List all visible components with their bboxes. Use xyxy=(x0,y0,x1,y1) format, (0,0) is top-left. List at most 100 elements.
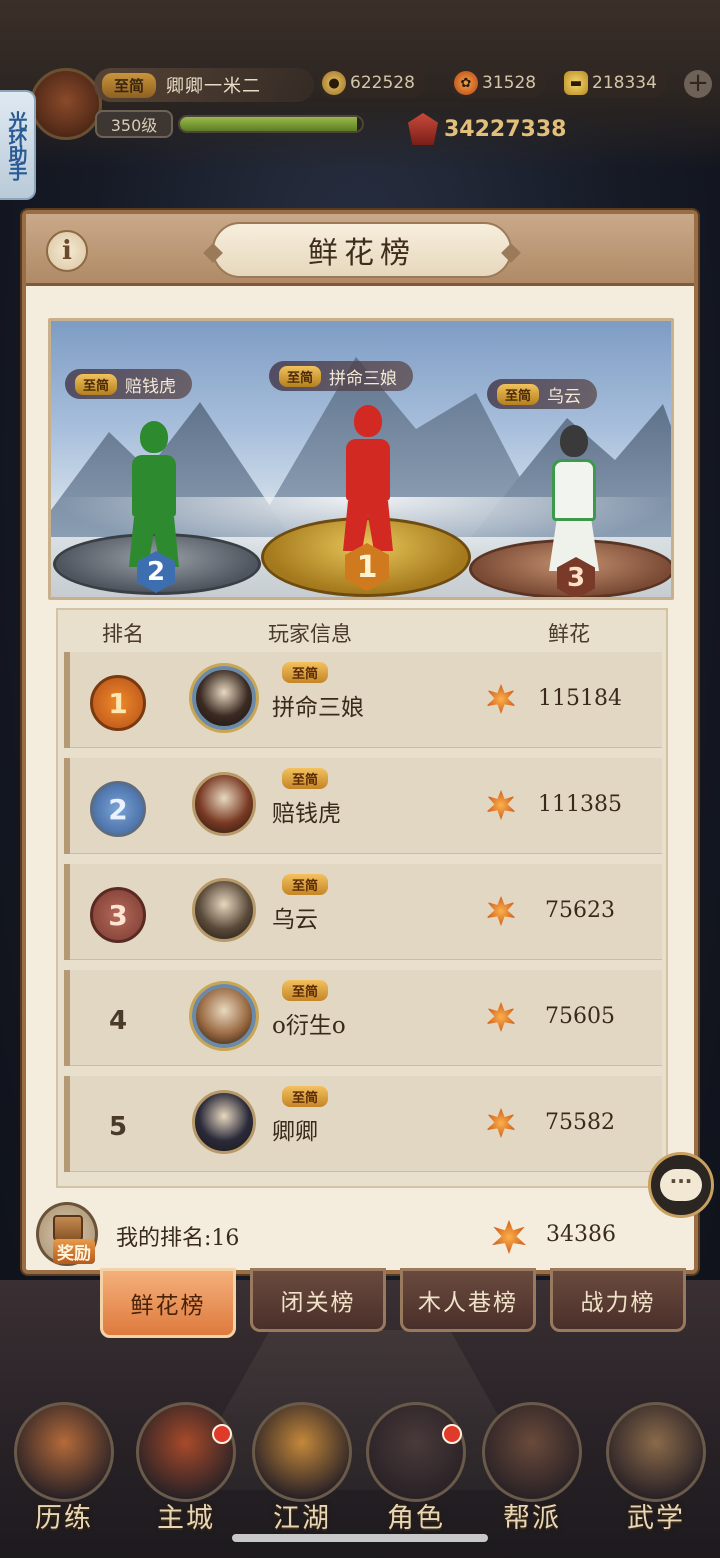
vip-tag: 至简 xyxy=(497,383,540,405)
rank-number: 4 xyxy=(108,1006,128,1036)
tab-wooden-alley-ranking[interactable]: 木人巷榜 xyxy=(400,1268,536,1332)
combat-power: 34227338 xyxy=(408,113,566,145)
treasure-chest-icon xyxy=(53,1215,83,1241)
avatar[interactable] xyxy=(192,666,256,730)
vip-tag: 至简 xyxy=(282,980,329,1001)
nav-training[interactable]: 历练 xyxy=(8,1398,120,1534)
nav-label: 历练 xyxy=(35,1503,93,1534)
reward-label: 奖励 xyxy=(53,1239,95,1264)
podium-name: 拼命三娘 xyxy=(329,368,398,389)
table-row[interactable]: 1 至简 拼命三娘 115184 xyxy=(64,652,662,748)
silver-medal-icon: 2 xyxy=(90,781,146,837)
panel-header: i 鲜花榜 xyxy=(26,214,694,286)
halo-assistant-tab[interactable]: 光环助手 xyxy=(0,90,36,200)
my-rank-text: 我的排名:16 xyxy=(116,1226,240,1251)
flower-count: 111385 xyxy=(538,792,622,817)
flower-icon: ✿ xyxy=(454,71,478,95)
flower-count: 75582 xyxy=(545,1110,615,1135)
flower-resource[interactable]: ✿ 31528 xyxy=(450,68,547,98)
ingot-resource[interactable]: ▬ 218334 xyxy=(560,68,667,98)
player-name: 赔钱虎 xyxy=(272,801,341,827)
vip-tag: 至简 xyxy=(75,373,118,395)
vip-tag: 至简 xyxy=(102,72,157,98)
character-icon xyxy=(366,1402,466,1502)
podium-figure-second[interactable] xyxy=(129,421,179,567)
podium-name: 乌云 xyxy=(547,386,582,407)
ranking-table: 排名 玩家信息 鲜花 1 至简 拼命三娘 115184 2 至简 赔钱虎 111… xyxy=(56,608,668,1188)
table-row[interactable]: 5 至简 卿卿 75582 xyxy=(64,1076,662,1172)
tab-flower-ranking[interactable]: 鲜花榜 xyxy=(100,1268,236,1338)
table-row[interactable]: 4 至简 o衍生o 75605 xyxy=(64,970,662,1066)
reward-button[interactable]: 奖励 xyxy=(36,1202,98,1266)
my-flower-count: 34386 xyxy=(546,1222,616,1247)
podium-figure-first[interactable] xyxy=(343,405,393,551)
avatar[interactable] xyxy=(192,984,256,1048)
avatar[interactable] xyxy=(192,878,256,942)
add-currency-plus-icon[interactable]: + xyxy=(684,70,712,98)
table-header: 排名 玩家信息 鲜花 xyxy=(58,610,666,650)
vip-tag: 至简 xyxy=(282,1086,329,1107)
rank-cell: 1 xyxy=(88,675,148,731)
flower-icon xyxy=(486,896,516,926)
rank-cell: 2 xyxy=(88,781,148,837)
books-icon xyxy=(606,1402,706,1502)
flower-value: 31528 xyxy=(482,73,537,93)
header-rank: 排名 xyxy=(102,622,144,646)
flower-count: 75605 xyxy=(545,1004,615,1029)
vip-tag: 至简 xyxy=(279,365,322,387)
panel-title-plate: 鲜花榜 xyxy=(212,222,512,278)
nav-clan[interactable]: 帮派 xyxy=(476,1398,588,1534)
tab-seclusion-ranking[interactable]: 闭关榜 xyxy=(250,1268,386,1332)
gold-medal-icon: 1 xyxy=(90,675,146,731)
podium-label-first: 至简 拼命三娘 xyxy=(269,361,414,391)
player-name: 卿卿 xyxy=(272,1119,318,1145)
exp-bar xyxy=(178,115,364,133)
table-row[interactable]: 2 至简 赔钱虎 111385 xyxy=(64,758,662,854)
coin-resource[interactable]: ● 622528 xyxy=(318,68,425,98)
nav-main-city[interactable]: 主城 xyxy=(130,1398,242,1534)
podium-label-third: 至简 乌云 xyxy=(487,379,598,409)
notification-dot xyxy=(212,1424,232,1444)
power-icon xyxy=(408,113,438,145)
flower-icon xyxy=(486,1108,516,1138)
nav-label: 武学 xyxy=(627,1503,685,1534)
flower-icon xyxy=(492,1220,526,1254)
top-three-podium: 至简 赔钱虎 至简 拼命三娘 至简 乌云 2 1 3 xyxy=(48,318,674,600)
nav-label: 帮派 xyxy=(503,1503,561,1534)
nav-jianghu[interactable]: 江湖 xyxy=(246,1398,358,1534)
tab-power-ranking[interactable]: 战力榜 xyxy=(550,1268,686,1332)
flower-icon xyxy=(486,684,516,714)
vip-tag: 至简 xyxy=(282,662,329,683)
header-flowers: 鲜花 xyxy=(548,622,590,646)
bottom-nav: 历练 主城 江湖 角色 帮派 武学 xyxy=(0,1398,720,1538)
avatar[interactable] xyxy=(192,772,256,836)
rank-cell: 3 xyxy=(88,887,148,943)
nav-character[interactable]: 角色 xyxy=(360,1398,472,1534)
player-avatar[interactable] xyxy=(30,68,102,140)
ingot-icon: ▬ xyxy=(564,71,588,95)
rank-number: 5 xyxy=(108,1112,128,1142)
flower-count: 75623 xyxy=(545,898,615,923)
chat-button[interactable]: ··· xyxy=(648,1152,714,1218)
coin-icon: ● xyxy=(322,71,346,95)
table-row[interactable]: 3 至简 乌云 75623 xyxy=(64,864,662,960)
panel-title: 鲜花榜 xyxy=(308,236,416,271)
flower-count: 115184 xyxy=(538,686,622,711)
info-icon[interactable]: i xyxy=(46,230,88,272)
podium-name: 赔钱虎 xyxy=(125,376,177,397)
player-name: 乌云 xyxy=(272,907,318,933)
avatar[interactable] xyxy=(192,1090,256,1154)
exp-bar-fill xyxy=(180,117,357,131)
home-indicator[interactable] xyxy=(232,1534,488,1542)
podium-figure-third[interactable] xyxy=(549,425,599,571)
bronze-medal-icon: 3 xyxy=(90,887,146,943)
player-level: 350级 xyxy=(95,110,173,138)
flower-icon xyxy=(486,790,516,820)
player-name: o衍生o xyxy=(272,1013,346,1039)
nav-martial-arts[interactable]: 武学 xyxy=(600,1398,712,1534)
flower-icon xyxy=(486,1002,516,1032)
player-name: 拼命三娘 xyxy=(272,695,364,721)
ranking-tabs: 鲜花榜 闭关榜 木人巷榜 战力榜 xyxy=(100,1268,690,1338)
player-header: 至简 卿卿一米二 350级 ● 622528 ✿ 31528 ▬ 218334 … xyxy=(0,60,720,150)
clan-icon xyxy=(482,1402,582,1502)
